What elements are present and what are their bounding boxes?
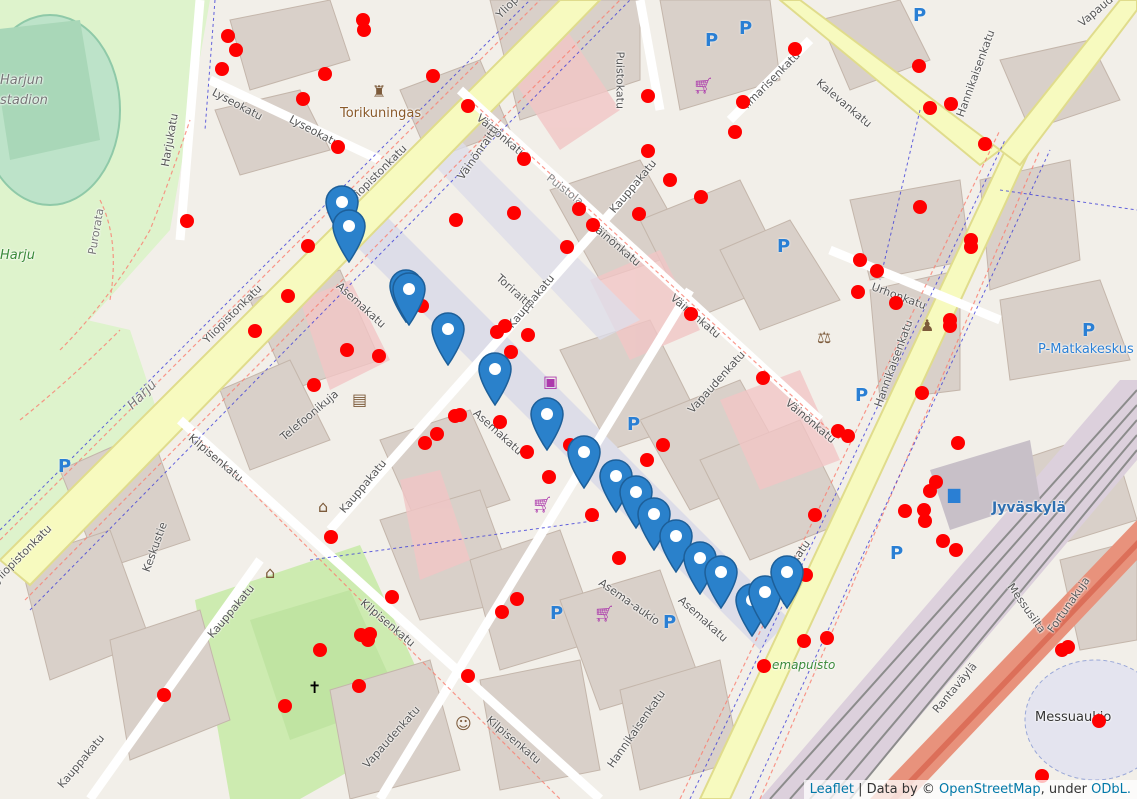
red-dot-marker[interactable] xyxy=(517,152,531,166)
red-dot-marker[interactable] xyxy=(964,240,978,254)
red-dot-marker[interactable] xyxy=(372,349,386,363)
red-dot-marker[interactable] xyxy=(918,514,932,528)
red-dot-marker[interactable] xyxy=(510,592,524,606)
red-dot-marker[interactable] xyxy=(507,206,521,220)
attribution-under: , under xyxy=(1040,782,1092,797)
red-dot-marker[interactable] xyxy=(641,144,655,158)
red-dot-marker[interactable] xyxy=(221,29,235,43)
red-dot-marker[interactable] xyxy=(808,508,822,522)
map-pin-marker-icon[interactable] xyxy=(478,352,512,407)
red-dot-marker[interactable] xyxy=(870,264,884,278)
red-dot-marker[interactable] xyxy=(915,386,929,400)
red-dot-marker[interactable] xyxy=(889,296,903,310)
red-dot-marker[interactable] xyxy=(307,378,321,392)
red-dot-marker[interactable] xyxy=(586,218,600,232)
red-dot-marker[interactable] xyxy=(663,173,677,187)
red-dot-marker[interactable] xyxy=(640,453,654,467)
red-dot-marker[interactable] xyxy=(180,214,194,228)
red-dot-marker[interactable] xyxy=(612,551,626,565)
red-dot-marker[interactable] xyxy=(331,140,345,154)
red-dot-marker[interactable] xyxy=(157,688,171,702)
red-dot-marker[interactable] xyxy=(944,97,958,111)
red-dot-marker[interactable] xyxy=(363,627,377,641)
map-pin-marker-icon[interactable] xyxy=(567,435,601,490)
red-dot-marker[interactable] xyxy=(418,436,432,450)
map-pin-marker-icon[interactable] xyxy=(431,312,465,367)
red-dot-marker[interactable] xyxy=(632,207,646,221)
red-dot-marker[interactable] xyxy=(853,253,867,267)
red-dot-marker[interactable] xyxy=(694,190,708,204)
red-dot-marker[interactable] xyxy=(756,371,770,385)
map-attribution: Leaflet | Data by © OpenStreetMap, under… xyxy=(803,780,1137,799)
red-dot-marker[interactable] xyxy=(585,508,599,522)
red-dot-marker[interactable] xyxy=(788,42,802,56)
map-pin-marker-icon[interactable] xyxy=(392,272,426,327)
red-dot-marker[interactable] xyxy=(324,530,338,544)
red-dot-marker[interactable] xyxy=(448,409,462,423)
red-dot-marker[interactable] xyxy=(736,95,750,109)
red-dot-marker[interactable] xyxy=(215,62,229,76)
red-dot-marker[interactable] xyxy=(281,289,295,303)
map-view[interactable]: Yliopistonkatu Yliopistonkatu Yliopiston… xyxy=(0,0,1137,799)
red-dot-marker[interactable] xyxy=(340,343,354,357)
red-dot-marker[interactable] xyxy=(352,679,366,693)
red-dot-marker[interactable] xyxy=(728,125,742,139)
red-dot-marker[interactable] xyxy=(1092,714,1106,728)
red-dot-marker[interactable] xyxy=(656,438,670,452)
red-dot-marker[interactable] xyxy=(757,659,771,673)
red-dot-marker[interactable] xyxy=(495,605,509,619)
red-dot-marker[interactable] xyxy=(912,59,926,73)
red-dot-marker[interactable] xyxy=(313,643,327,657)
red-dot-marker[interactable] xyxy=(278,699,292,713)
red-dot-marker[interactable] xyxy=(449,213,463,227)
red-dot-marker[interactable] xyxy=(820,631,834,645)
red-dot-marker[interactable] xyxy=(841,429,855,443)
red-dot-marker[interactable] xyxy=(542,470,556,484)
map-pin-marker-icon[interactable] xyxy=(704,555,738,610)
red-dot-marker[interactable] xyxy=(461,99,475,113)
red-dot-marker[interactable] xyxy=(1061,640,1075,654)
red-dot-marker[interactable] xyxy=(898,504,912,518)
red-dot-marker[interactable] xyxy=(851,285,865,299)
map-pin-marker-icon[interactable] xyxy=(530,397,564,452)
red-dot-marker[interactable] xyxy=(797,634,811,648)
red-dot-marker[interactable] xyxy=(430,427,444,441)
red-dot-marker[interactable] xyxy=(923,484,937,498)
red-dot-marker[interactable] xyxy=(913,200,927,214)
red-dot-marker[interactable] xyxy=(296,92,310,106)
red-dot-marker[interactable] xyxy=(248,324,262,338)
red-dot-marker[interactable] xyxy=(461,669,475,683)
map-pin-marker-icon[interactable] xyxy=(770,555,804,610)
leaflet-link[interactable]: Leaflet xyxy=(810,782,854,797)
red-dot-marker[interactable] xyxy=(498,319,512,333)
red-dot-marker[interactable] xyxy=(229,43,243,57)
red-dot-marker[interactable] xyxy=(951,436,965,450)
red-dot-marker[interactable] xyxy=(572,202,586,216)
openstreetmap-link[interactable]: OpenStreetMap xyxy=(939,782,1041,797)
red-dot-marker[interactable] xyxy=(978,137,992,151)
red-dot-marker[interactable] xyxy=(426,69,440,83)
red-dot-marker[interactable] xyxy=(684,307,698,321)
red-dot-marker[interactable] xyxy=(357,23,371,37)
odbl-link[interactable]: ODbL. xyxy=(1091,782,1131,797)
red-dot-marker[interactable] xyxy=(923,101,937,115)
red-dot-marker[interactable] xyxy=(493,415,507,429)
red-dot-layer xyxy=(157,13,1106,783)
red-dot-marker[interactable] xyxy=(318,67,332,81)
red-dot-marker[interactable] xyxy=(560,240,574,254)
red-dot-marker[interactable] xyxy=(949,543,963,557)
map-pin-marker-icon[interactable] xyxy=(332,209,366,264)
red-dot-marker[interactable] xyxy=(521,328,535,342)
red-dot-marker[interactable] xyxy=(641,89,655,103)
attribution-separator: | Data by © xyxy=(853,782,939,797)
red-dot-marker[interactable] xyxy=(385,590,399,604)
red-dot-marker[interactable] xyxy=(936,534,950,548)
red-dot-marker[interactable] xyxy=(301,239,315,253)
red-dot-marker[interactable] xyxy=(943,319,957,333)
